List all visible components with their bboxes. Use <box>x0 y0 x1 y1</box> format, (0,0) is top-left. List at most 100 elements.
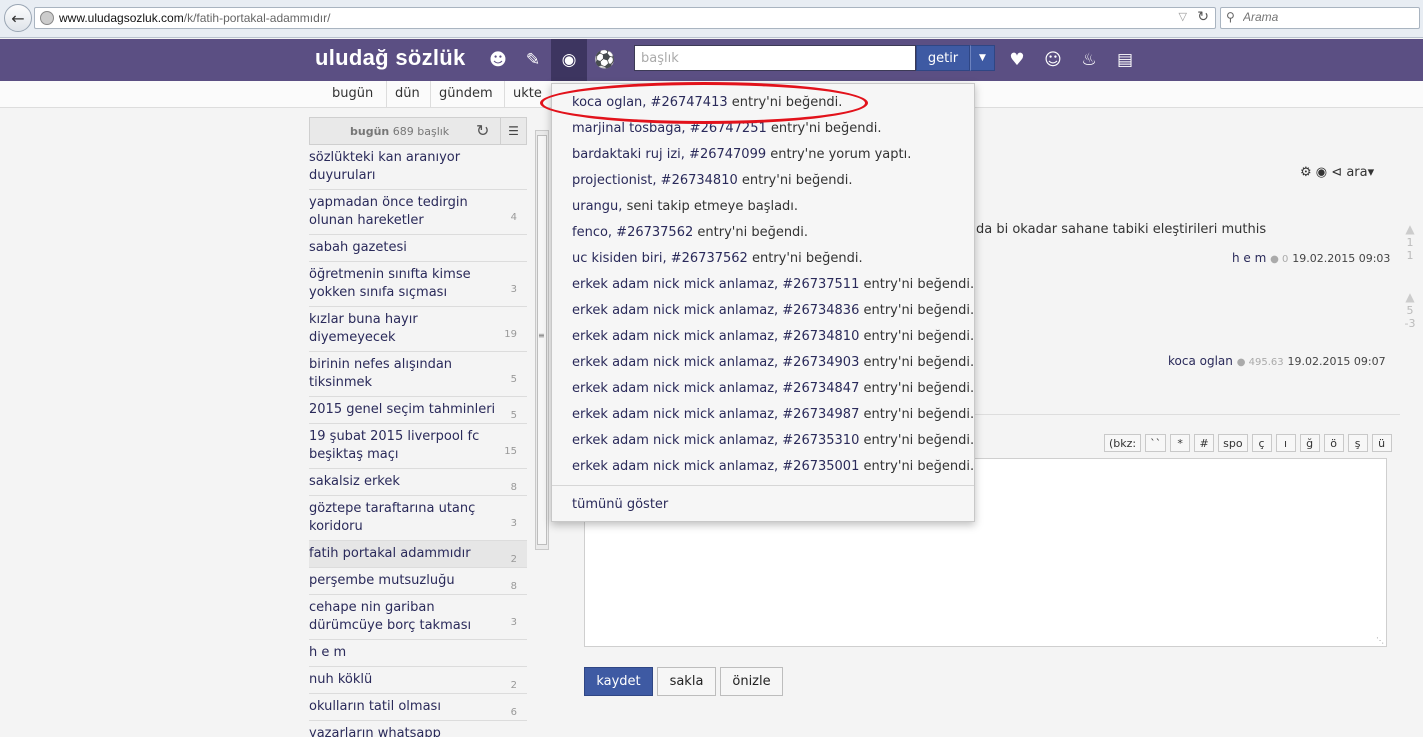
topic-item[interactable]: nuh köklü 2 <box>309 667 527 694</box>
topic-item[interactable]: göztepe taraftarına utanç koridoru 3 <box>309 496 527 541</box>
notification-item[interactable]: fenco, #26737562 entry'ni beğendi. <box>572 225 808 240</box>
notification-user: koca oglan, #26747413 <box>572 95 728 110</box>
topic-item[interactable]: perşembe mutsuzluğu 8 <box>309 568 527 595</box>
entry-author[interactable]: h e m <box>1232 251 1266 265</box>
search-menu[interactable]: ara <box>1346 165 1367 180</box>
notification-item[interactable]: projectionist, #26734810 entry'ni beğend… <box>572 173 853 188</box>
back-arrow-icon[interactable]: ← <box>4 4 32 32</box>
format-button[interactable]: ğ <box>1299 434 1320 452</box>
tag-icon[interactable]: ◉ <box>1316 165 1327 180</box>
chevron-down-icon[interactable]: ▼ <box>970 45 995 71</box>
notification-item[interactable]: urangu, seni takip etmeye başladı. <box>572 199 798 214</box>
notification-item[interactable]: bardaktaki ruj izi, #26747099 entry'ne y… <box>572 147 911 162</box>
dropdown-arrow-icon[interactable]: ▽ <box>1179 10 1187 23</box>
topic-title: sözlükteki kan aranıyor duyuruları <box>309 150 461 183</box>
notification-item[interactable]: erkek adam nick mick anlamaz, #26734810 … <box>572 329 974 344</box>
tab-ukte[interactable]: ukte <box>504 81 550 108</box>
format-button[interactable]: spo <box>1218 434 1248 452</box>
notification-user: erkek adam nick mick anlamaz, #26734903 <box>572 355 860 370</box>
share-icon[interactable]: ⊲ <box>1331 165 1342 180</box>
resize-handle-icon[interactable]: ⋱ <box>1376 636 1384 645</box>
notification-user: erkek adam nick mick anlamaz, #26734836 <box>572 303 860 318</box>
topic-item[interactable]: okulların tatil olması 6 <box>309 694 527 721</box>
tab-bugun[interactable]: bugün <box>324 81 381 108</box>
notification-item[interactable]: erkek adam nick mick anlamaz, #26734836 … <box>572 303 974 318</box>
browser-search-input[interactable] <box>1243 10 1413 24</box>
tab-gundem[interactable]: gündem <box>430 81 501 108</box>
topic-count: 8 <box>510 581 517 592</box>
topic-item[interactable]: sözlükteki kan aranıyor duyuruları <box>309 145 527 190</box>
topic-title: perşembe mutsuzluğu <box>309 573 455 588</box>
topic-count: 6 <box>510 707 517 718</box>
format-button[interactable]: ç <box>1251 434 1272 452</box>
book-icon[interactable]: ▤ <box>1107 39 1143 81</box>
topic-item[interactable]: 2015 genel seçim tahminleri 5 <box>309 397 527 424</box>
save-button[interactable]: kaydet <box>584 667 653 696</box>
scrollbar-thumb[interactable] <box>537 135 547 545</box>
format-button[interactable]: ş <box>1347 434 1368 452</box>
tab-dun[interactable]: dün <box>386 81 428 108</box>
topic-item[interactable]: sabah gazetesi <box>309 235 527 262</box>
topic-item[interactable]: sakalsiz erkek 8 <box>309 469 527 496</box>
scrollbar[interactable]: ≡ <box>535 130 549 550</box>
notification-item[interactable]: uc kisiden biri, #26737562 entry'ni beğe… <box>572 251 863 266</box>
topic-item[interactable]: öğretmenin sınıfta kimse yokken sınıfa s… <box>309 262 527 307</box>
topic-item[interactable]: kızlar buna hayır diyemeyecek 19 <box>309 307 527 352</box>
notification-user: uc kisiden biri, #26737562 <box>572 251 748 266</box>
entry-author[interactable]: koca oglan <box>1168 354 1233 368</box>
notification-user: fenco, #26737562 <box>572 225 694 240</box>
notification-action: entry'ni beğendi. <box>863 407 975 422</box>
globe-icon[interactable]: ◉ <box>551 39 587 81</box>
format-button[interactable]: * <box>1170 434 1191 452</box>
settings-icon[interactable]: ⚙ <box>1300 165 1312 180</box>
format-button[interactable]: `` <box>1145 434 1167 452</box>
notification-item[interactable]: erkek adam nick mick anlamaz, #26735001 … <box>572 459 974 474</box>
notification-item[interactable]: koca oglan, #26747413 entry'ni beğendi. <box>572 95 842 110</box>
notification-item[interactable]: erkek adam nick mick anlamaz, #26734903 … <box>572 355 974 370</box>
format-button[interactable]: # <box>1194 434 1215 452</box>
upvote-icon[interactable]: ▲ <box>1403 222 1417 236</box>
entry-date[interactable]: 19.02.2015 09:03 <box>1292 252 1390 265</box>
address-bar[interactable]: www.uludagsozluk.com/k/fatih-portakal-ad… <box>34 7 1216 29</box>
show-all-link[interactable]: tümünü göster <box>572 497 668 512</box>
notification-item[interactable]: erkek adam nick mick anlamaz, #26734987 … <box>572 407 974 422</box>
preview-button[interactable]: önizle <box>720 667 783 696</box>
sports-ball-icon[interactable]: ⚽ <box>587 39 623 81</box>
messages-icon[interactable]: ✎ <box>515 39 551 81</box>
users-icon[interactable]: ☺ <box>1035 39 1071 81</box>
upvote-icon[interactable]: ▲ <box>1403 290 1417 304</box>
topic-item[interactable]: fatih portakal adammıdır 2 <box>309 541 527 568</box>
site-logo[interactable]: uludağ sözlük <box>315 45 466 71</box>
topic-item[interactable]: cehape nin gariban dürümcüye borç takmas… <box>309 595 527 640</box>
reload-icon[interactable]: ↻ <box>1197 9 1209 25</box>
format-button[interactable]: (bkz: <box>1104 434 1142 452</box>
notification-item[interactable]: erkek adam nick mick anlamaz, #26735310 … <box>572 433 974 448</box>
getir-button[interactable]: getir <box>916 45 970 71</box>
hide-button[interactable]: sakla <box>657 667 716 696</box>
list-icon[interactable]: ☰ <box>500 118 526 144</box>
browser-search[interactable]: ⚲ <box>1220 7 1420 29</box>
topic-count: 19 <box>504 329 517 340</box>
fire-icon[interactable]: ♨ <box>1071 39 1107 81</box>
user-icon[interactable]: ☻ <box>480 39 516 81</box>
caret-down-icon[interactable]: ▾ <box>1368 165 1375 180</box>
heart-icon[interactable]: ♥ <box>999 39 1035 81</box>
topic-search-input[interactable] <box>634 45 916 71</box>
topic-count: 3 <box>510 284 517 295</box>
notification-item[interactable]: marjinal tosbaga, #26747251 entry'ni beğ… <box>572 121 882 136</box>
format-button[interactable]: ı <box>1275 434 1296 452</box>
notification-item[interactable]: erkek adam nick mick anlamaz, #26737511 … <box>572 277 974 292</box>
notification-item[interactable]: erkek adam nick mick anlamaz, #26734847 … <box>572 381 974 396</box>
topic-item[interactable]: yazarların whatsapp durumları34 <box>309 721 527 737</box>
topic-item[interactable]: h e m <box>309 640 527 667</box>
entry-date[interactable]: 19.02.2015 09:07 <box>1287 355 1385 368</box>
topic-item[interactable]: 19 şubat 2015 liverpool fc beşiktaş maçı… <box>309 424 527 469</box>
format-button[interactable]: ü <box>1371 434 1392 452</box>
topic-item[interactable]: birinin nefes alışından tiksinmek 5 <box>309 352 527 397</box>
entry-tools[interactable]: ⚙ ◉ ⊲ ara▾ <box>1300 165 1374 180</box>
topic-title: 2015 genel seçim tahminleri <box>309 402 496 417</box>
refresh-icon[interactable]: ↻ <box>476 121 489 140</box>
topic-item[interactable]: yapmadan önce tedirgin olunan hareketler… <box>309 190 527 235</box>
format-button[interactable]: ö <box>1323 434 1344 452</box>
notification-user: erkek adam nick mick anlamaz, #26735001 <box>572 459 860 474</box>
